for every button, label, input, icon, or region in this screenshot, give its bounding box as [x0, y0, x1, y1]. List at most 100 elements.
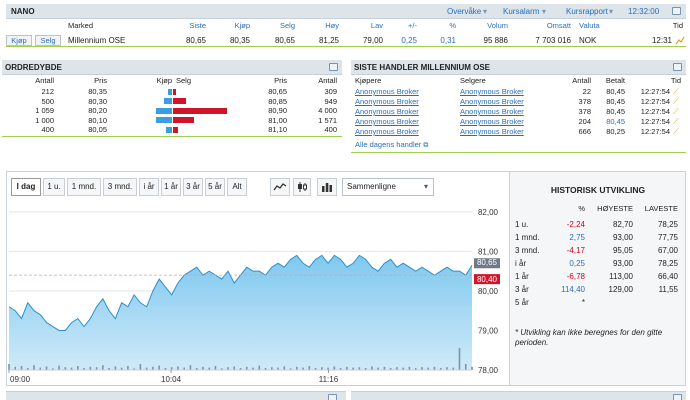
trade-qty: 378: [578, 107, 591, 116]
orderbook-columns: Antall Pris Kjøp Selg Pris Antall: [2, 76, 342, 86]
tab-period[interactable]: 1 u.: [43, 178, 65, 196]
tab-period[interactable]: 1 mnd.: [67, 178, 101, 196]
bid-depth-bar: [156, 107, 172, 114]
buyer-link[interactable]: Anonymous Broker: [355, 127, 419, 137]
popout-icon: ⧉: [423, 142, 429, 149]
seller-link[interactable]: Anonymous Broker: [460, 107, 524, 117]
tab-period[interactable]: i år: [139, 178, 159, 196]
bid-price: 80,30: [88, 96, 107, 106]
seller-link[interactable]: Anonymous Broker: [460, 127, 524, 137]
orderbook-row: 400 80,05 81,10 400: [2, 125, 342, 135]
history-period: 3 år: [515, 285, 529, 294]
buy-button[interactable]: Kjøp: [6, 35, 32, 46]
trend-icon: ⟋: [673, 127, 679, 136]
buyer-link[interactable]: Anonymous Broker: [355, 107, 419, 117]
col-market: Marked: [68, 21, 94, 30]
compare-select[interactable]: Sammenligne ▾: [342, 178, 434, 196]
price-alert-link[interactable]: Kursalarm: [503, 7, 539, 16]
history-row: 1 år -6,78 113,00 66,40: [510, 270, 686, 283]
trend-icon: ⟋: [673, 117, 679, 126]
quote-column-headers: Marked Siste Kjøp Selg Høy Lav +/- % Vol…: [6, 21, 686, 32]
history-period: i år: [515, 259, 527, 268]
col-last[interactable]: Siste: [166, 21, 206, 30]
orderbook-row: 500 80,30 80,85 949: [2, 97, 342, 107]
tab-period[interactable]: 5 år: [205, 178, 225, 196]
ob-col-buy: Kjøp: [156, 76, 172, 85]
bid-depth-bar: [156, 117, 172, 123]
history-high: 95,05: [612, 246, 633, 255]
tab-period[interactable]: Alt: [227, 178, 247, 196]
trade-price: 80,45: [606, 87, 625, 96]
buyer-link[interactable]: Anonymous Broker: [355, 87, 419, 97]
col-currency[interactable]: Valuta: [579, 21, 600, 30]
buyer-link[interactable]: Anonymous Broker: [355, 97, 419, 107]
history-row: 3 år 114,40 129,00 11,55: [510, 283, 686, 296]
bid-qty: 500: [41, 96, 54, 106]
all-trades-link[interactable]: Alle dagens handler ⧉: [355, 140, 428, 150]
candlestick-button[interactable]: [293, 178, 311, 196]
seller-link[interactable]: Anonymous Broker: [460, 87, 524, 97]
popout-icon[interactable]: [328, 394, 337, 400]
volume-bar: [371, 366, 373, 370]
quote-row: Kjøp Selg Millennium OSE 80,65 80,35 80,…: [6, 33, 686, 47]
popout-icon[interactable]: [673, 394, 682, 400]
volume-button[interactable]: [317, 178, 337, 196]
volume-bar: [139, 364, 142, 370]
bid-price: 80,35: [88, 87, 107, 96]
col-ask[interactable]: Selg: [255, 21, 295, 30]
history-row: i år 0,25 93,00 78,25: [510, 257, 686, 270]
history-rows: 1 u. -2,24 82,70 78,25 1 mnd. 2,75 93,00 77,75 3…: [510, 218, 686, 309]
history-low: 67,00: [657, 246, 678, 255]
price-chart[interactable]: 82,00 81,00 80,00 79,00 78,00 80,65 80,40 09:00…: [7, 202, 509, 385]
ref-price-label: 80,40: [477, 275, 498, 284]
volume-bar: [102, 365, 104, 370]
line-chart-icon: [273, 183, 287, 191]
x-tick-label: 11:16: [319, 375, 339, 384]
history-low: 77,75: [657, 233, 678, 242]
tab-period[interactable]: 3 år: [183, 178, 203, 196]
tab-period[interactable]: 3 mnd.: [103, 178, 137, 196]
ask-price: 80,85: [268, 96, 287, 106]
tr-col-paid: Betalt: [605, 76, 625, 85]
trade-time: 12:27:54: [640, 117, 670, 126]
col-percent[interactable]: %: [421, 21, 456, 30]
volume-bar: [458, 348, 461, 370]
volume-bar: [464, 364, 467, 370]
x-tick-label: 09:00: [10, 375, 31, 384]
bid-qty: 1 000: [35, 115, 54, 125]
popout-icon[interactable]: [673, 63, 682, 71]
history-high: 113,00: [609, 272, 633, 281]
tab-period[interactable]: 1 år: [161, 178, 181, 196]
col-high[interactable]: Høy: [299, 21, 339, 30]
bottom-section-header: [351, 391, 686, 400]
ask-qty: 4 000: [318, 106, 337, 115]
line-chart-button[interactable]: [270, 178, 290, 196]
ask-price: 81,10: [268, 125, 287, 134]
ask-depth-bar: [173, 126, 178, 133]
buyer-link[interactable]: Anonymous Broker: [355, 117, 419, 127]
price-report-link[interactable]: Kursrapport: [566, 7, 608, 16]
ob-col-bid-price: Pris: [94, 76, 107, 85]
history-row: 3 mnd. -4,17 95,05 67,00: [510, 244, 686, 257]
seller-link[interactable]: Anonymous Broker: [460, 97, 524, 107]
ask-price: 80,65: [268, 87, 287, 96]
tab-period[interactable]: I dag: [11, 178, 41, 196]
high-price: 81,25: [318, 36, 339, 45]
popout-icon[interactable]: [329, 63, 338, 71]
price-area: [9, 255, 472, 370]
seller-link[interactable]: Anonymous Broker: [460, 117, 524, 127]
col-turnover[interactable]: Omsatt: [526, 21, 571, 30]
sell-button[interactable]: Selg: [35, 35, 61, 46]
popout-icon[interactable]: [672, 7, 681, 15]
trade-qty: 22: [582, 87, 591, 96]
y-tick-label: 81,00: [478, 247, 499, 256]
all-trades-link-label[interactable]: Alle dagens handler: [355, 140, 421, 149]
col-volume[interactable]: Volum: [468, 21, 508, 30]
trade-row: Anonymous Broker Anonymous Broker 666 80,25…: [351, 127, 686, 137]
col-low[interactable]: Lav: [343, 21, 383, 30]
change-value: 0,25: [401, 36, 417, 45]
watch-link[interactable]: Overvåke: [447, 7, 481, 16]
volume-bar: [258, 365, 261, 370]
col-change[interactable]: +/-: [382, 21, 417, 30]
col-bid[interactable]: Kjøp: [210, 21, 250, 30]
